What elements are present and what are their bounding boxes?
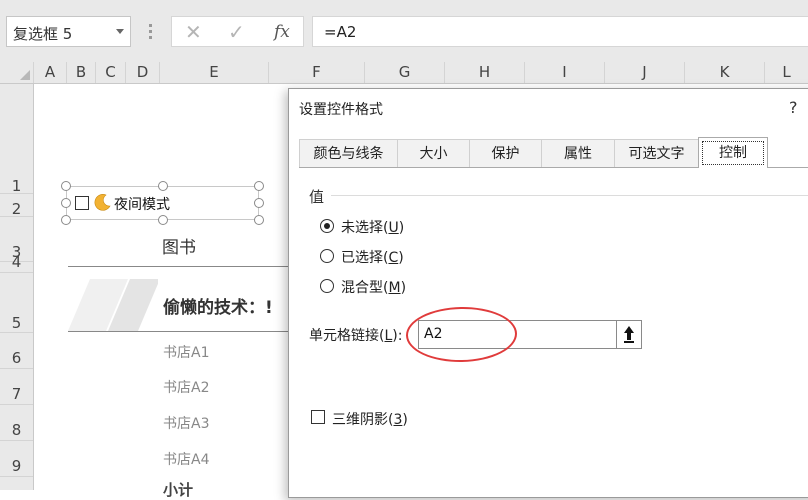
column-header-j[interactable]: J — [605, 62, 685, 83]
row-header-4[interactable]: 4 — [0, 255, 33, 273]
resize-handle[interactable] — [254, 198, 264, 208]
night-mode-checkbox-control[interactable]: 夜间模式 — [61, 181, 264, 225]
resize-handle[interactable] — [61, 181, 71, 191]
book-title: 图书 — [162, 238, 196, 258]
radio-checked[interactable] — [320, 249, 334, 263]
column-header-k[interactable]: K — [685, 62, 765, 83]
resize-handle[interactable] — [61, 215, 71, 225]
3d-shading-label[interactable]: 三维阴影(3) — [332, 409, 408, 429]
tab-size[interactable]: 大小 — [397, 139, 470, 167]
column-header-g[interactable]: G — [365, 62, 445, 83]
help-icon[interactable]: ? — [789, 98, 798, 117]
accelerator-key: C — [388, 250, 399, 266]
tab-protection[interactable]: 保护 — [469, 139, 542, 167]
formula-buttons: ✕ ✓ fx — [171, 16, 304, 47]
row-header-8[interactable]: 8 — [0, 405, 33, 441]
dialog-title: 设置控件格式 — [299, 102, 383, 118]
row-header-6[interactable]: 6 — [0, 333, 33, 369]
label-text: 已选择( — [341, 250, 389, 266]
column-header-f[interactable]: F — [269, 62, 365, 83]
group-divider — [331, 195, 808, 196]
label-end: ) — [398, 220, 405, 236]
column-header-b[interactable]: B — [67, 62, 96, 83]
select-all-corner[interactable] — [0, 62, 34, 83]
store-a4: 书店A4 — [163, 452, 210, 468]
tab-properties[interactable]: 属性 — [541, 139, 615, 167]
tab-alt-text[interactable]: 可选文字 — [614, 139, 699, 167]
formula-input[interactable]: =A2 — [312, 16, 808, 47]
drag-handle-icon[interactable] — [147, 22, 153, 42]
label-end: ) — [402, 412, 408, 428]
upload-arrow-icon — [624, 326, 634, 343]
book-heading: 偷懒的技术：! — [163, 298, 273, 318]
label-end: ) — [398, 250, 404, 266]
label-text: 三维阴影( — [332, 412, 394, 428]
radio-unchecked-label[interactable]: 未选择(U) — [341, 217, 404, 237]
tab-control-label: 控制 — [702, 141, 764, 165]
column-headers: A B C D E F G H I J K L — [0, 62, 808, 84]
column-header-l[interactable]: L — [765, 62, 808, 83]
column-header-i[interactable]: I — [525, 62, 605, 83]
store-a3: 书店A3 — [163, 416, 210, 432]
radio-unchecked[interactable] — [320, 219, 334, 233]
column-header-d[interactable]: D — [126, 62, 160, 83]
collapse-dialog-button[interactable] — [616, 320, 642, 349]
row-header-7[interactable]: 7 — [0, 369, 33, 405]
dialog-tabs: 颜色与线条 大小 保护 属性 可选文字 控制 — [299, 137, 808, 168]
row-headers: 1 2 3 4 5 6 7 8 9 — [0, 84, 34, 490]
name-box-value: 复选框 5 — [13, 25, 73, 43]
tab-colors-lines[interactable]: 颜色与线条 — [299, 139, 398, 167]
resize-handle[interactable] — [158, 181, 168, 191]
chevron-down-icon[interactable] — [116, 29, 124, 34]
insert-function-icon[interactable]: fx — [274, 22, 290, 42]
3d-shading-checkbox[interactable] — [311, 410, 325, 424]
row-header-1[interactable]: 1 — [0, 84, 33, 195]
label-text: 单元格链接( — [309, 328, 385, 344]
label-text: 混合型( — [341, 280, 389, 296]
row-header-2[interactable]: 2 — [0, 194, 33, 218]
label-text: 未选择( — [341, 220, 389, 236]
accelerator-key: U — [388, 220, 399, 236]
name-box[interactable]: 复选框 5 — [6, 16, 131, 47]
label-end: ) — [400, 280, 407, 296]
label-end: ): — [392, 328, 403, 344]
formula-value: =A2 — [324, 23, 357, 41]
column-header-h[interactable]: H — [445, 62, 525, 83]
store-a2: 书店A2 — [163, 380, 210, 396]
value-group-label: 值 — [309, 188, 325, 206]
resize-handle[interactable] — [254, 215, 264, 225]
row-header-9[interactable]: 9 — [0, 441, 33, 477]
divider — [68, 266, 298, 267]
accelerator-key: M — [388, 280, 401, 296]
enter-icon[interactable]: ✓ — [228, 20, 245, 44]
resize-handle[interactable] — [158, 215, 168, 225]
checkbox-square[interactable] — [75, 196, 89, 210]
crescent-moon-icon — [94, 194, 111, 211]
cell-link-label: 单元格链接(L): — [309, 325, 402, 345]
row-header-5[interactable]: 5 — [0, 273, 33, 333]
resize-handle[interactable] — [254, 181, 264, 191]
cancel-icon[interactable]: ✕ — [185, 20, 202, 44]
resize-handle[interactable] — [61, 198, 71, 208]
format-control-dialog: 设置控件格式 ? 颜色与线条 大小 保护 属性 可选文字 控制 值 未选择(U)… — [288, 88, 808, 498]
radio-dot — [324, 223, 330, 229]
divider — [68, 331, 298, 332]
radio-mixed-label[interactable]: 混合型(M) — [341, 277, 406, 297]
column-header-c[interactable]: C — [96, 62, 126, 83]
column-header-a[interactable]: A — [34, 62, 67, 83]
decorative-stripe — [68, 279, 158, 331]
checkbox-label: 夜间模式 — [114, 197, 170, 213]
tab-control[interactable]: 控制 — [698, 137, 768, 168]
column-header-e[interactable]: E — [160, 62, 269, 83]
radio-checked-label[interactable]: 已选择(C) — [341, 247, 404, 267]
radio-mixed[interactable] — [320, 279, 334, 293]
store-a1: 书店A1 — [163, 345, 210, 361]
formula-bar: 复选框 5 ✕ ✓ fx =A2 — [0, 0, 808, 62]
